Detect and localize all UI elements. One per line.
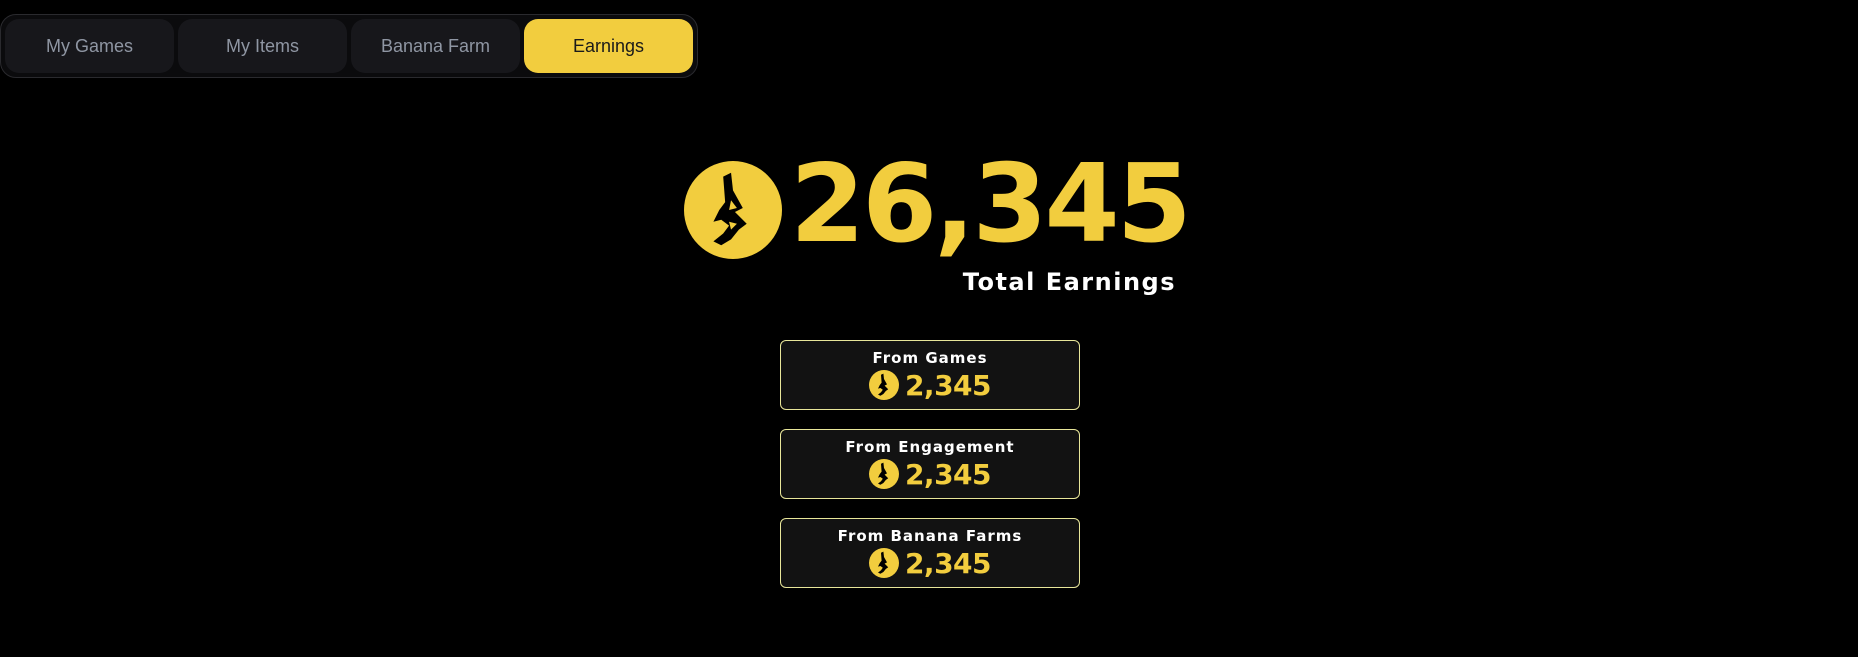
card-amount: 2,345: [904, 368, 992, 402]
earnings-page: My Games My Items Banana Farm Earnings 2…: [0, 0, 1858, 657]
banana-coin-icon: [868, 548, 899, 578]
earnings-breakdown: From Games 2,345 From Engagement 2,345 F…: [780, 340, 1080, 607]
earnings-card-banana-farms: From Banana Farms 2,345: [780, 518, 1080, 588]
card-amount: 2,345: [904, 457, 992, 491]
earnings-card-games: From Games 2,345: [780, 340, 1080, 410]
earnings-card-engagement: From Engagement 2,345: [780, 429, 1080, 499]
card-value-row: 2,345: [868, 546, 992, 580]
total-earnings-amount: 26,345: [790, 142, 1192, 267]
card-title: From Engagement: [845, 437, 1015, 456]
banana-coin-icon: [868, 370, 899, 400]
card-title: From Banana Farms: [837, 526, 1023, 545]
card-value-row: 2,345: [868, 368, 992, 402]
tab-earnings[interactable]: Earnings: [524, 19, 693, 73]
card-amount: 2,345: [904, 546, 992, 580]
tab-my-items[interactable]: My Items: [178, 19, 347, 73]
tab-my-games[interactable]: My Games: [5, 19, 174, 73]
banana-coin-icon: [868, 459, 899, 489]
card-value-row: 2,345: [868, 457, 992, 491]
total-earnings-label: Total Earnings: [962, 268, 1176, 296]
tab-banana-farm[interactable]: Banana Farm: [351, 19, 520, 73]
banana-coin-icon: [684, 161, 782, 259]
card-title: From Games: [872, 348, 988, 367]
tab-bar: My Games My Items Banana Farm Earnings: [0, 14, 698, 78]
